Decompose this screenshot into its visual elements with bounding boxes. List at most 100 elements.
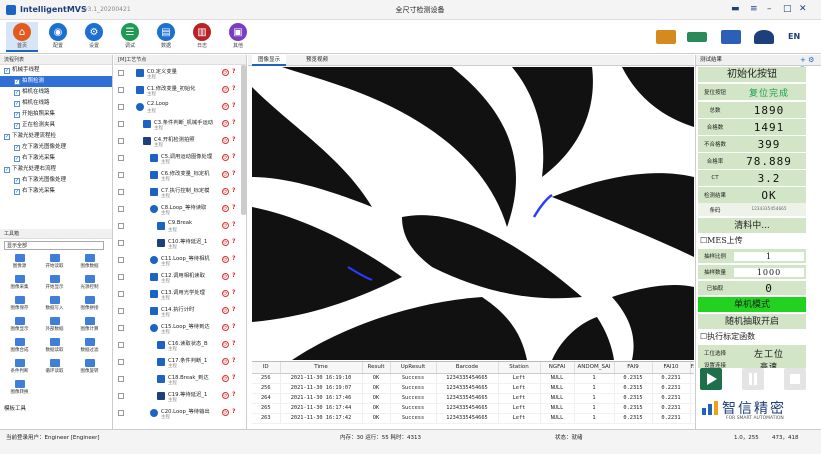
- tab-image-display[interactable]: 图像显示: [252, 55, 287, 66]
- help-icon[interactable]: ?: [232, 255, 235, 262]
- flow-checkbox[interactable]: ✓: [14, 101, 20, 107]
- ribbon-button-6[interactable]: ▣ 其他: [222, 22, 254, 52]
- clear-button[interactable]: 清料中...: [698, 218, 806, 234]
- flow-tree-item[interactable]: ✓ 正在检测夹具: [0, 120, 112, 131]
- column-header[interactable]: Result: [362, 362, 391, 374]
- process-checkbox[interactable]: [118, 155, 124, 161]
- init-button[interactable]: 初始化按钮: [698, 67, 806, 83]
- process-checkbox[interactable]: [118, 342, 124, 348]
- process-item[interactable]: C7.执行控制_标定模 主程 ⟳?: [114, 185, 240, 199]
- tool-item[interactable]: 图像显示: [2, 315, 37, 336]
- help-icon[interactable]: ?: [232, 272, 235, 279]
- sample-count-input[interactable]: 1000: [734, 267, 804, 277]
- process-checkbox[interactable]: [118, 223, 124, 229]
- table-row[interactable]: 264 2021-11-30 16:17:46 OK Success 123433545…: [252, 393, 694, 404]
- ribbon-button-5[interactable]: ▥ 日志: [186, 22, 218, 52]
- tool-item[interactable]: 图像保存: [2, 294, 37, 315]
- help-icon[interactable]: ?: [232, 340, 235, 347]
- flow-tree-item[interactable]: ✓ 右下激光图像处理: [0, 175, 112, 186]
- process-checkbox[interactable]: [118, 87, 124, 93]
- ribbon-button-0[interactable]: ⌂ 首页: [6, 22, 38, 52]
- tools-filter-select[interactable]: 显示全部: [4, 241, 104, 250]
- flow-tree-item[interactable]: ✓ 拍照检测: [0, 76, 112, 87]
- process-checkbox[interactable]: [118, 410, 124, 416]
- process-checkbox[interactable]: [118, 393, 124, 399]
- process-item[interactable]: C16.读取状态_B 主程 ⟳?: [114, 338, 240, 352]
- flow-checkbox[interactable]: ✓: [14, 112, 20, 118]
- help-icon[interactable]: ?: [232, 374, 235, 381]
- help-icon[interactable]: ?: [232, 289, 235, 296]
- random-sample-button[interactable]: 随机抽取开启: [698, 314, 806, 330]
- help-icon[interactable]: ?: [232, 153, 235, 160]
- ribbon-button-3[interactable]: ☰ 调试: [114, 22, 146, 52]
- mes-upload-checkbox[interactable]: ☐MES上传: [700, 235, 743, 246]
- column-header[interactable]: FA: [690, 362, 694, 374]
- tab-preview-video[interactable]: 预览视频: [300, 55, 334, 66]
- column-header[interactable]: FAI9: [614, 362, 653, 374]
- process-item[interactable]: C19.等待延迟_1 主程 ⟳?: [114, 389, 240, 403]
- process-checkbox[interactable]: [118, 172, 124, 178]
- process-item[interactable]: C10.等待延迟_1 主程 ⟳?: [114, 236, 240, 250]
- monitor-icon[interactable]: [687, 32, 707, 42]
- process-item[interactable]: C13.调用光学处理 主程 ⟳?: [114, 287, 240, 301]
- tool-item[interactable]: 图像数据: [72, 252, 107, 273]
- column-header[interactable]: Time: [280, 362, 363, 374]
- column-header[interactable]: ID: [252, 362, 281, 374]
- ribbon-button-2[interactable]: ⚙ 设置: [78, 22, 110, 52]
- pause-button[interactable]: [742, 368, 764, 390]
- process-item[interactable]: C9.Break 主程 ⟳?: [114, 219, 240, 233]
- process-checkbox[interactable]: [118, 325, 124, 331]
- ribbon-button-1[interactable]: ◉ 配置: [42, 22, 74, 52]
- column-header[interactable]: ANDOM_SAI: [574, 362, 615, 374]
- flow-tree-item[interactable]: ✓ 右下激光采集: [0, 153, 112, 164]
- calibrate-checkbox[interactable]: ☐执行标定函数: [700, 331, 755, 342]
- process-item[interactable]: C11.Loop_等待相机 主程 ⟳?: [114, 253, 240, 267]
- help-icon[interactable]: ?: [232, 408, 235, 415]
- flow-tree-item[interactable]: ✓ 左下激光图像处理: [0, 142, 112, 153]
- process-checkbox[interactable]: [118, 121, 124, 127]
- start-button[interactable]: [700, 368, 722, 390]
- save-icon[interactable]: ▬: [731, 4, 740, 14]
- process-checkbox[interactable]: [118, 189, 124, 195]
- station-select[interactable]: 左工位: [732, 347, 806, 360]
- flow-checkbox[interactable]: ✓: [14, 178, 20, 184]
- process-item[interactable]: C6.修改变量_标定机 主程 ⟳?: [114, 168, 240, 182]
- flow-tree-item[interactable]: ✓ 下激光处理右流程: [0, 164, 112, 175]
- flow-checkbox[interactable]: ✓: [4, 68, 10, 74]
- ribbon-button-4[interactable]: ▤ 数据: [150, 22, 182, 52]
- flow-checkbox[interactable]: ✓: [14, 145, 20, 151]
- flow-tree-item[interactable]: ✓ 下激光处理流程检: [0, 131, 112, 142]
- flow-tree-item[interactable]: ✓ 右下激光采集: [0, 186, 112, 197]
- process-item[interactable]: C18.Break_到达 主程 ⟳?: [114, 372, 240, 386]
- process-item[interactable]: C17.条件判断_1 主程 ⟳?: [114, 355, 240, 369]
- flow-checkbox[interactable]: ✓: [14, 189, 20, 195]
- process-item[interactable]: C2.Loop 主程 ⟳?: [114, 100, 240, 114]
- process-checkbox[interactable]: [118, 308, 124, 314]
- user-icon[interactable]: [754, 30, 774, 44]
- process-checkbox[interactable]: [118, 104, 124, 110]
- help-icon[interactable]: ?: [232, 187, 235, 194]
- flow-tree-item[interactable]: ✓ 开始拍照采集: [0, 109, 112, 120]
- process-item[interactable]: C4.开机检测拍照 主程 ⟳?: [114, 134, 240, 148]
- results-table[interactable]: ID Time Result UpResult Barcode Station NGFAI A…: [252, 361, 694, 429]
- tool-item[interactable]: 条件判断: [2, 357, 37, 378]
- process-scrollbar[interactable]: [241, 65, 246, 215]
- flow-checkbox[interactable]: ✓: [14, 79, 20, 85]
- tool-item[interactable]: 数据读取: [37, 336, 72, 357]
- excel-icon[interactable]: [721, 30, 741, 44]
- flow-checkbox[interactable]: ✓: [14, 156, 20, 162]
- help-icon[interactable]: ?: [232, 119, 235, 126]
- flow-checkbox[interactable]: ✓: [4, 167, 10, 173]
- help-icon[interactable]: ?: [232, 136, 235, 143]
- flow-checkbox[interactable]: ✓: [4, 134, 10, 140]
- camera-image-view[interactable]: [252, 67, 694, 360]
- menu-icon[interactable]: ≡: [750, 4, 758, 14]
- help-icon[interactable]: ?: [232, 85, 235, 92]
- column-header[interactable]: Station: [498, 362, 541, 374]
- tool-item[interactable]: 开始显示: [37, 273, 72, 294]
- process-checkbox[interactable]: [118, 257, 124, 263]
- tool-item[interactable]: 图像计算: [72, 315, 107, 336]
- process-item[interactable]: C1.修改变量_初始化 主程 ⟳?: [114, 83, 240, 97]
- tool-item[interactable]: 循环读取: [37, 357, 72, 378]
- column-header[interactable]: UpResult: [390, 362, 437, 374]
